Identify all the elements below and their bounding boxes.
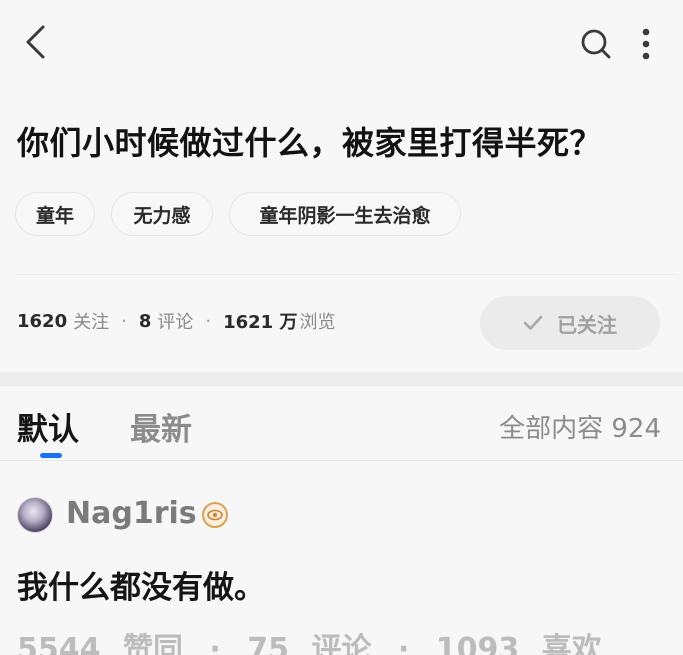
favorites-label: 喜欢 xyxy=(541,632,602,655)
comments-count: 75 xyxy=(247,632,290,655)
comment-count[interactable]: 8 xyxy=(139,311,152,332)
eye-badge-icon xyxy=(202,502,228,528)
tag-helplessness[interactable]: 无力感 xyxy=(111,192,213,236)
more-button[interactable] xyxy=(628,22,664,66)
question-title: 你们小时候做过什么，被家里打得半死？ xyxy=(17,124,603,162)
comment-label[interactable]: 评论 xyxy=(157,308,193,334)
view-count: 1621 万 xyxy=(223,312,298,333)
separator-dot: · xyxy=(209,632,221,655)
favorites-count: 1093 xyxy=(435,632,520,655)
avatar[interactable] xyxy=(17,497,53,533)
separator-dot: · xyxy=(121,310,127,332)
chevron-left-icon xyxy=(26,25,45,59)
divider xyxy=(17,274,677,275)
all-content-count[interactable]: 全部内容 924 xyxy=(499,408,661,445)
likes-label: 赞同 xyxy=(122,632,183,655)
back-button[interactable] xyxy=(14,20,58,64)
follow-label: 关注 xyxy=(73,312,110,333)
view-label: 浏览 xyxy=(299,312,336,333)
tab-latest[interactable]: 最新 xyxy=(130,404,192,449)
question-page: 你们小时候做过什么，被家里打得半死？ 童年 无力感 童年阴影一生去治愈 1620… xyxy=(0,0,683,655)
active-tab-indicator xyxy=(40,453,62,458)
tag-childhood-trauma[interactable]: 童年阴影一生去治愈 xyxy=(229,192,461,236)
separator-dot: · xyxy=(205,310,212,332)
answer-excerpt[interactable]: 我什么都没有做。 xyxy=(17,562,265,607)
tag-childhood[interactable]: 童年 xyxy=(15,192,95,236)
topic-tags: 童年 无力感 童年阴影一生去治愈 xyxy=(15,192,461,236)
divider xyxy=(0,460,683,461)
likes-count: 5544 xyxy=(17,632,101,655)
follow-count: 1620 xyxy=(17,310,68,332)
search-button[interactable] xyxy=(576,24,616,64)
separator-dot: · xyxy=(397,632,410,655)
followed-label: 已关注 xyxy=(557,312,617,337)
more-vertical-icon xyxy=(642,28,650,60)
tab-default[interactable]: 默认 xyxy=(17,404,79,449)
answer-stats: 5544 赞同 · 75 评论 · 1093 喜欢 xyxy=(17,624,602,655)
author-name[interactable]: Nag1ris xyxy=(66,496,197,531)
section-divider xyxy=(0,372,683,386)
check-icon xyxy=(523,315,543,331)
question-stats: 1620 关注 · 8 评论 · 1621 万 浏览 xyxy=(17,308,335,334)
search-icon xyxy=(581,29,611,59)
top-bar xyxy=(0,0,683,88)
comments-label: 评论 xyxy=(311,632,372,655)
followed-button[interactable]: 已关注 xyxy=(480,296,660,350)
